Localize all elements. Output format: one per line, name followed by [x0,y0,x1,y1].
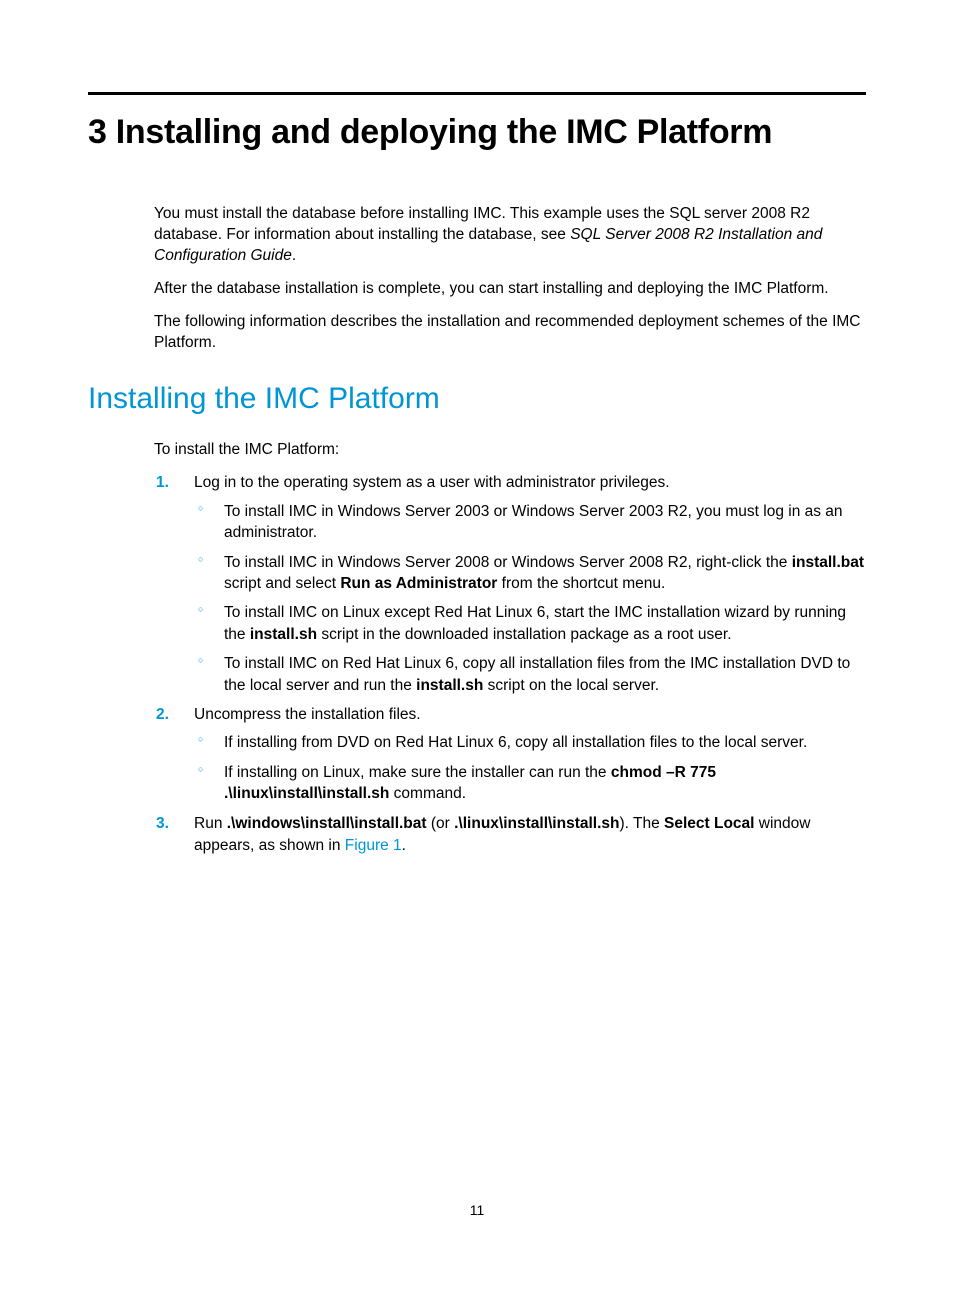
s1c-bold: install.sh [250,626,317,643]
step-1-sub-d: To install IMC on Red Hat Linux 6, copy … [194,653,866,696]
step-1-sub-c: To install IMC on Linux except Red Hat L… [194,602,866,645]
top-rule [88,92,866,95]
s2b-post: command. [389,785,466,802]
step-2-num: 2. [156,704,169,726]
step-3: 3. Run .\windows\install\install.bat (or… [154,813,866,858]
step-2-sub-a: If installing from DVD on Red Hat Linux … [194,732,866,753]
s1b-bold1: install.bat [792,554,864,571]
s1b-post: from the shortcut menu. [497,575,665,592]
intro-p1-post: . [292,247,296,264]
step-1-num: 1. [156,472,169,494]
s3-pre: Run [194,815,227,832]
step-2-sublist: If installing from DVD on Red Hat Linux … [194,732,866,804]
section-body: To install the IMC Platform: 1. Log in t… [154,440,866,858]
intro-p1: You must install the database before ins… [154,204,866,267]
s2b-pre: If installing on Linux, make sure the in… [224,764,611,781]
s1b-pre: To install IMC in Windows Server 2008 or… [224,554,792,571]
chapter-title: 3 Installing and deploying the IMC Platf… [88,113,866,152]
section-title: Installing the IMC Platform [88,382,866,416]
step-1-sub-b: To install IMC in Windows Server 2008 or… [194,552,866,595]
section-lead: To install the IMC Platform: [154,440,866,461]
s3-mid2: ). The [620,815,665,832]
s1b-bold2: Run as Administrator [340,575,497,592]
steps-list: 1. Log in to the operating system as a u… [154,472,866,857]
intro-p3: The following information describes the … [154,312,866,354]
step-1-sublist: To install IMC in Windows Server 2003 or… [194,501,866,696]
step-3-num: 3. [156,813,169,835]
step-1: 1. Log in to the operating system as a u… [154,472,866,695]
s1c-post: script in the downloaded installation pa… [317,626,731,643]
s1d-bold: install.sh [416,677,483,694]
figure-1-link[interactable]: Figure 1 [345,837,402,854]
s3-bold3: Select Local [664,815,754,832]
step-2-text: Uncompress the installation files. [194,706,421,723]
s1b-mid: script and select [224,575,340,592]
body-text: You must install the database before ins… [154,204,866,354]
step-1-text: Log in to the operating system as a user… [194,474,670,491]
step-2: 2. Uncompress the installation files. If… [154,704,866,805]
step-1-sub-a: To install IMC in Windows Server 2003 or… [194,501,866,544]
s1d-post: script on the local server. [483,677,659,694]
page-content: 3 Installing and deploying the IMC Platf… [0,0,954,905]
intro-p2: After the database installation is compl… [154,279,866,300]
s3-mid1: (or [427,815,455,832]
page-number: 11 [0,1202,954,1218]
s3-bold1: .\windows\install\install.bat [227,815,427,832]
s3-bold2: .\linux\install\install.sh [454,815,619,832]
s3-post: . [402,837,406,854]
step-2-sub-b: If installing on Linux, make sure the in… [194,762,866,805]
